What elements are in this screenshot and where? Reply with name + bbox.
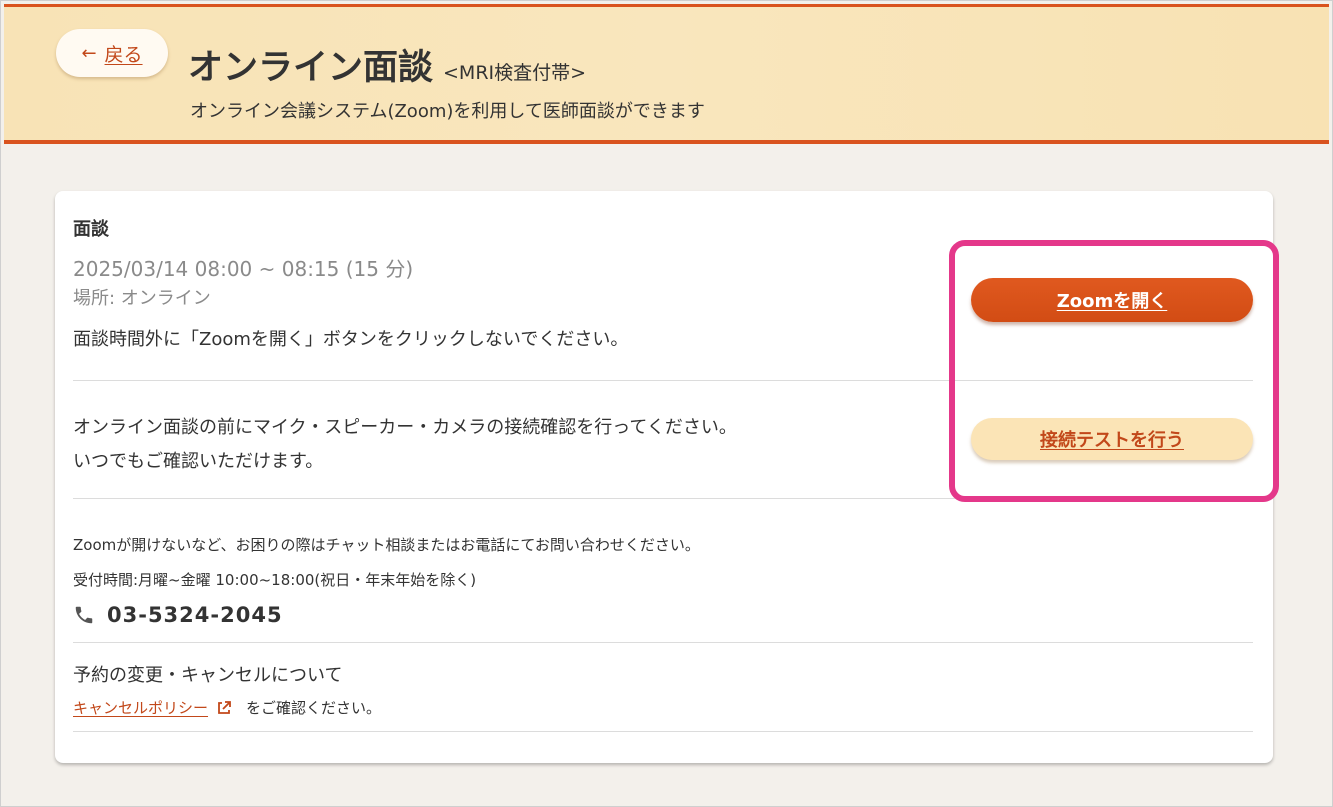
reservation-change-title: 予約の変更・キャンセルについて (73, 665, 343, 686)
page-title: オンライン面談 <MRI検査付帯> (188, 39, 586, 90)
back-button[interactable]: ← 戻る (56, 29, 168, 77)
cancel-policy-suffix: をご確認ください。 (246, 699, 382, 717)
page-header: ← 戻る オンライン面談 <MRI検査付帯> オンライン会議システム(Zoom)を… (4, 4, 1329, 144)
page-title-text: オンライン面談 (188, 48, 434, 88)
divider (73, 731, 1253, 732)
page-title-sub: <MRI検査付帯> (443, 62, 587, 84)
interview-warning: 面談時間外に「Zoomを開く」ボタンをクリックしないでください。 (73, 329, 629, 350)
arrow-left-icon: ← (81, 42, 97, 64)
external-link-icon[interactable] (216, 700, 232, 716)
cancel-policy-row: キャンセルポリシー をご確認ください。 (73, 697, 381, 718)
phone-icon (75, 606, 93, 624)
connection-test-note: いつでもご確認いただけます。 (73, 451, 324, 472)
cancel-policy-link[interactable]: キャンセルポリシー (73, 697, 208, 718)
support-hours: 受付時間:月曜~金曜 10:00~18:00(祝日・年末年始を除く) (73, 571, 477, 589)
page-description: オンライン会議システム(Zoom)を利用して医師面談ができます (190, 101, 705, 122)
divider (73, 642, 1253, 643)
interview-datetime: 2025/03/14 08:00 ~ 08:15 (15 分) (73, 257, 414, 281)
interview-location: 場所: オンライン (73, 288, 211, 309)
connection-test-instruction: オンライン面談の前にマイク・スピーカー・カメラの接続確認を行ってください。 (73, 417, 737, 438)
phone-row: 03-5324-2045 (73, 603, 283, 627)
back-button-label: 戻る (104, 43, 143, 66)
support-phone-number: 03-5324-2045 (107, 603, 283, 627)
support-help-text: Zoomが開けないなど、お困りの際はチャット相談またはお電話にてお問い合わせくだ… (73, 536, 700, 554)
highlight-box (949, 240, 1279, 502)
interview-section-label: 面談 (73, 219, 109, 240)
